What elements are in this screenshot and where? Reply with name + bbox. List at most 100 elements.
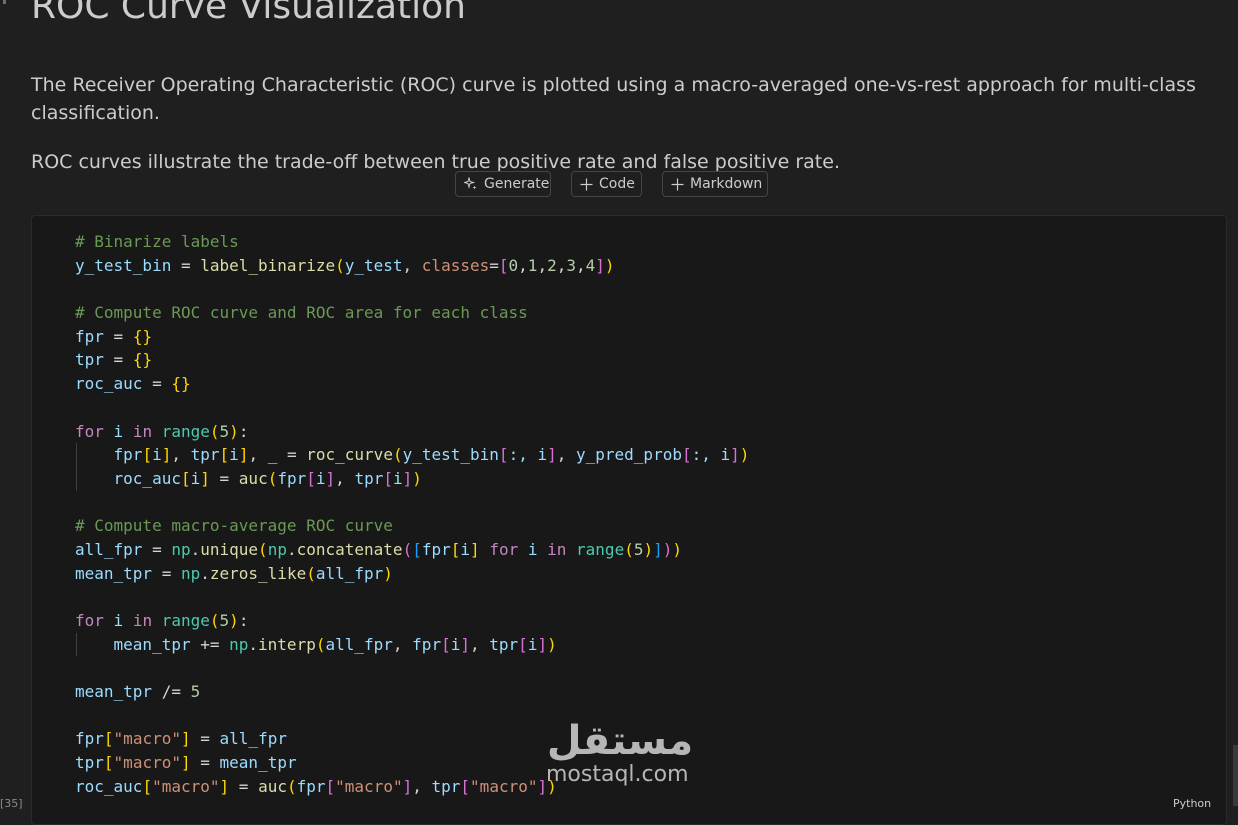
code-token: 5 xyxy=(190,682,201,702)
code-token: = xyxy=(142,539,172,559)
code-token: fpr xyxy=(296,776,326,796)
code-token: in xyxy=(132,611,153,630)
code-token: , xyxy=(335,468,355,488)
code-token: ) xyxy=(229,611,239,630)
code-token: ] xyxy=(547,445,557,465)
code-token: , xyxy=(171,445,191,465)
code-token: np xyxy=(229,634,249,654)
code-token: ( xyxy=(402,539,413,559)
code-token: ) xyxy=(547,634,557,654)
code-token: [ xyxy=(460,776,471,796)
code-token: ) xyxy=(604,255,615,275)
execution-count: [35] xyxy=(0,797,23,810)
code-line: # Binarize labels xyxy=(75,230,749,254)
code-token: , xyxy=(402,255,422,275)
generate-label: Generate xyxy=(484,176,550,192)
code-token: ( xyxy=(209,611,220,630)
code-token: range xyxy=(161,611,210,630)
code-token: ( xyxy=(267,468,278,488)
code-token: "macro" xyxy=(113,729,181,749)
code-line: all_fpr = np.unique(np.concatenate([fpr[… xyxy=(75,538,749,562)
code-token: , _ = xyxy=(248,445,307,465)
indent-guide xyxy=(76,443,77,467)
code-token: ] xyxy=(470,539,480,559)
code-token: auc xyxy=(238,468,268,488)
code-token: ] xyxy=(180,729,191,749)
code-token: "macro" xyxy=(470,776,538,796)
code-token: = xyxy=(103,326,133,346)
code-token: ) xyxy=(662,539,673,559)
page-title: ROC Curve Visualization xyxy=(31,0,466,27)
scrollbar[interactable] xyxy=(1233,745,1238,806)
code-token: = xyxy=(190,729,220,749)
code-label: Code xyxy=(599,176,635,192)
code-token: label_binarize xyxy=(200,255,336,275)
code-token: . xyxy=(248,634,259,654)
language-label[interactable]: Python xyxy=(1173,797,1211,810)
cell-insert-toolbar: Generate Code Markdown xyxy=(0,171,1238,199)
code-token: ( xyxy=(209,421,220,441)
code-token: i xyxy=(392,468,403,488)
code-token: = xyxy=(229,776,259,796)
code-token: "macro" xyxy=(152,776,220,796)
code-token: ] xyxy=(653,539,663,559)
indent-guide xyxy=(76,632,77,657)
code-token: ] xyxy=(730,445,740,465)
code-token: ( xyxy=(258,539,268,559)
code-line: roc_auc = {} xyxy=(75,372,749,396)
add-markdown-cell-button[interactable]: Markdown xyxy=(662,171,768,197)
code-token: ) xyxy=(383,563,393,583)
add-code-cell-button[interactable]: Code xyxy=(571,171,642,197)
code-token: classes xyxy=(421,255,490,275)
code-token: i xyxy=(152,445,162,465)
code-token: i xyxy=(518,539,548,559)
code-token: for xyxy=(489,539,519,559)
plus-icon xyxy=(580,178,593,191)
sparkle-icon xyxy=(464,177,478,191)
code-token: ( xyxy=(335,255,345,275)
code-token: 5 xyxy=(219,611,230,630)
code-token: [ xyxy=(383,468,393,488)
code-token: [ xyxy=(681,445,692,465)
code-token: i xyxy=(190,468,201,488)
code-token: [ xyxy=(142,776,153,796)
code-token: y_pred_prob xyxy=(576,445,682,465)
code-token: = xyxy=(103,350,133,370)
code-editor[interactable]: # Binarize labels y_test_bin = label_bina… xyxy=(75,230,749,799)
watermark-logo: مستقل mostaql.com xyxy=(540,718,700,790)
code-token: i xyxy=(527,634,538,654)
code-token: . xyxy=(286,539,297,559)
code-token: roc_curve xyxy=(306,445,393,465)
code-token: concatenate xyxy=(296,539,403,559)
code-token: "macro" xyxy=(113,753,181,773)
cell-collapse-marker xyxy=(3,0,6,4)
code-token: y_test xyxy=(344,255,403,275)
code-token: unique xyxy=(200,539,259,559)
code-line: mean_tpr += np.interp(all_fpr, fpr[i], t… xyxy=(75,632,749,657)
code-token: = xyxy=(489,255,499,275)
code-line: y_test_bin = label_binarize(y_test, clas… xyxy=(75,254,749,278)
code-token: in xyxy=(547,539,567,559)
code-token: ] xyxy=(402,468,413,488)
markdown-cell[interactable]: ROC Curve Visualization The Receiver Ope… xyxy=(0,0,1238,178)
code-token: ] xyxy=(180,753,191,773)
code-token: = xyxy=(152,563,181,583)
code-token: {} xyxy=(132,326,153,346)
code-line: tpr = {} xyxy=(75,348,749,372)
code-token: y_test_bin xyxy=(402,445,499,465)
code-token: roc_auc xyxy=(113,468,181,488)
code-token: ( xyxy=(624,539,634,559)
code-token: fpr xyxy=(113,445,143,465)
code-token: 5 xyxy=(219,421,230,441)
code-token: 1 xyxy=(527,255,538,275)
generate-button[interactable]: Generate xyxy=(455,171,551,197)
code-token: /= xyxy=(152,682,191,702)
code-token: fpr xyxy=(412,634,442,654)
code-token: mean_tpr xyxy=(113,634,191,654)
